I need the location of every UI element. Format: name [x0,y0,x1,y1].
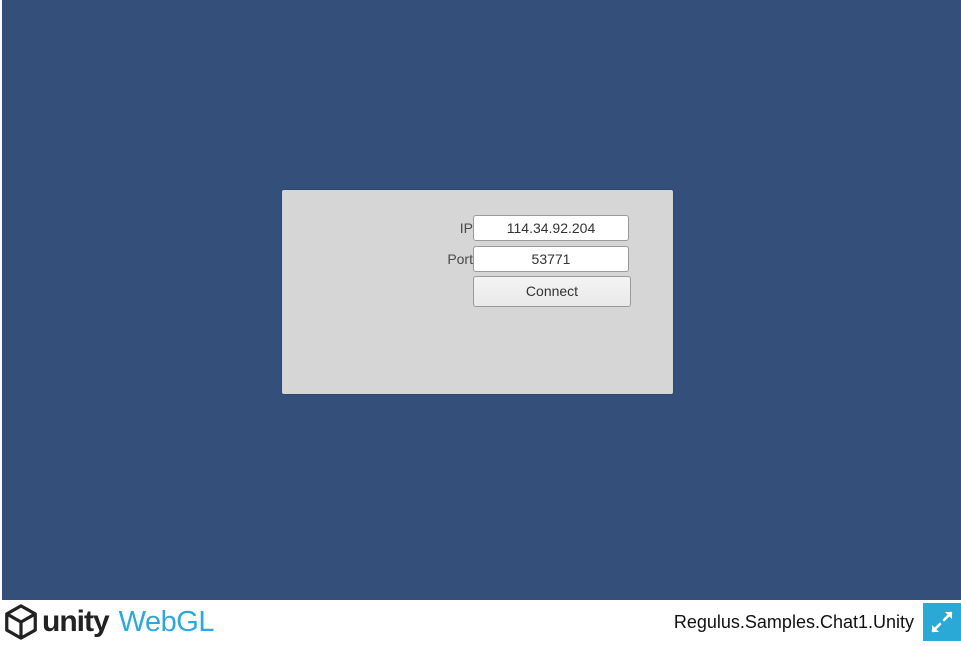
port-input[interactable] [473,246,629,272]
connect-button[interactable]: Connect [473,276,631,307]
unity-cube-icon [5,604,37,640]
unity-webgl-canvas[interactable]: IP Port Connect [2,0,961,600]
port-label: Port [447,251,473,267]
ip-input[interactable] [473,215,629,241]
fullscreen-button[interactable] [923,603,961,641]
ip-label: IP [459,220,473,236]
unity-webgl-logo: unity WebGL [2,604,214,640]
port-row: Port [282,245,673,273]
unity-wordmark: unity [42,605,110,638]
ip-row: IP [282,214,673,242]
webgl-footer: unity WebGL Regulus.Samples.Chat1.Unity [0,600,961,643]
fullscreen-expand-icon [931,611,953,633]
webgl-wordmark: WebGL [118,605,215,638]
app-title: Regulus.Samples.Chat1.Unity [673,612,914,632]
connection-panel: IP Port Connect [282,190,673,394]
